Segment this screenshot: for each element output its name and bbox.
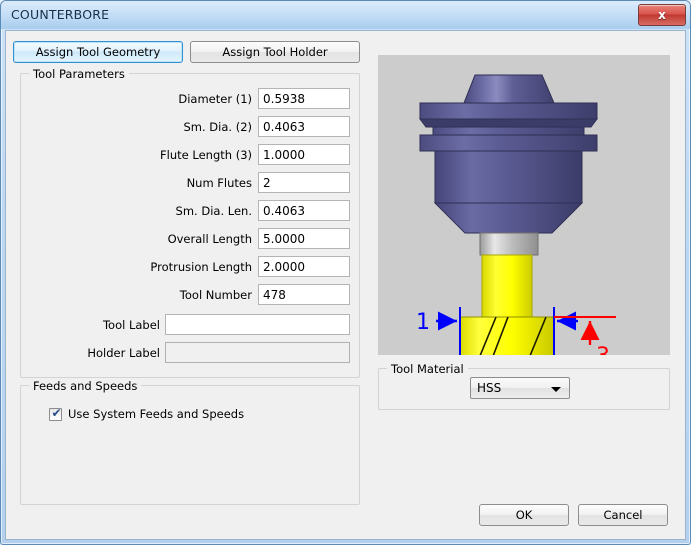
input-tool-number[interactable] xyxy=(258,284,350,305)
label-holder-label: Holder Label xyxy=(87,346,160,360)
input-sm-dia[interactable] xyxy=(258,116,350,137)
label-sm-dia: Sm. Dia. (2) xyxy=(183,120,252,134)
tool-diagram-svg: 1 2 3 xyxy=(416,74,616,355)
input-num-flutes[interactable] xyxy=(258,172,350,193)
tool-preview-image: 1 2 3 xyxy=(378,55,670,355)
close-button[interactable]: x xyxy=(638,4,686,26)
tool-material-select[interactable]: HSS xyxy=(470,377,570,399)
input-diameter[interactable] xyxy=(258,88,350,109)
checkbox-box[interactable]: ✔ xyxy=(49,405,62,421)
tab-assign-tool-holder[interactable]: Assign Tool Holder xyxy=(190,41,360,63)
check-icon: ✔ xyxy=(51,405,62,420)
label-num-flutes: Num Flutes xyxy=(186,176,252,190)
label-overall-length: Overall Length xyxy=(167,232,252,246)
diagram-callout-3: 3 xyxy=(596,344,610,355)
input-tool-label[interactable] xyxy=(165,314,350,335)
checkbox-label: Use System Feeds and Speeds xyxy=(68,407,245,421)
group-title-tool-parameters: Tool Parameters xyxy=(29,67,129,81)
label-tool-number: Tool Number xyxy=(179,288,252,302)
input-flute-length[interactable] xyxy=(258,144,350,165)
dialog-window: COUNTERBORE x Assign Tool Geometry Assig… xyxy=(0,0,691,545)
input-overall-length[interactable] xyxy=(258,228,350,249)
group-title-feeds-and-speeds: Feeds and Speeds xyxy=(29,379,142,393)
label-flute-length: Flute Length (3) xyxy=(160,148,252,162)
cancel-button[interactable]: Cancel xyxy=(578,504,668,526)
input-holder-label xyxy=(165,342,350,363)
checkbox-use-system-feeds-and-speeds[interactable]: ✔ Use System Feeds and Speeds xyxy=(49,406,244,422)
group-title-tool-material: Tool Material xyxy=(387,362,468,376)
ok-button[interactable]: OK xyxy=(479,504,569,526)
label-tool-label: Tool Label xyxy=(102,318,160,332)
window-title: COUNTERBORE xyxy=(11,7,110,22)
title-bar: COUNTERBORE x xyxy=(1,1,690,29)
label-diameter: Diameter (1) xyxy=(178,92,252,106)
input-sm-dia-len[interactable] xyxy=(258,200,350,221)
label-sm-dia-len: Sm. Dia. Len. xyxy=(175,204,252,218)
diagram-callout-1: 1 xyxy=(416,310,430,335)
input-protrusion-length[interactable] xyxy=(258,256,350,277)
tab-assign-tool-geometry[interactable]: Assign Tool Geometry xyxy=(13,41,183,63)
chevron-down-icon xyxy=(551,387,561,392)
label-protrusion-length: Protrusion Length xyxy=(150,260,252,274)
tool-material-value: HSS xyxy=(477,381,502,395)
close-icon: x xyxy=(658,8,666,22)
group-feeds-and-speeds: Feeds and Speeds xyxy=(20,379,360,505)
